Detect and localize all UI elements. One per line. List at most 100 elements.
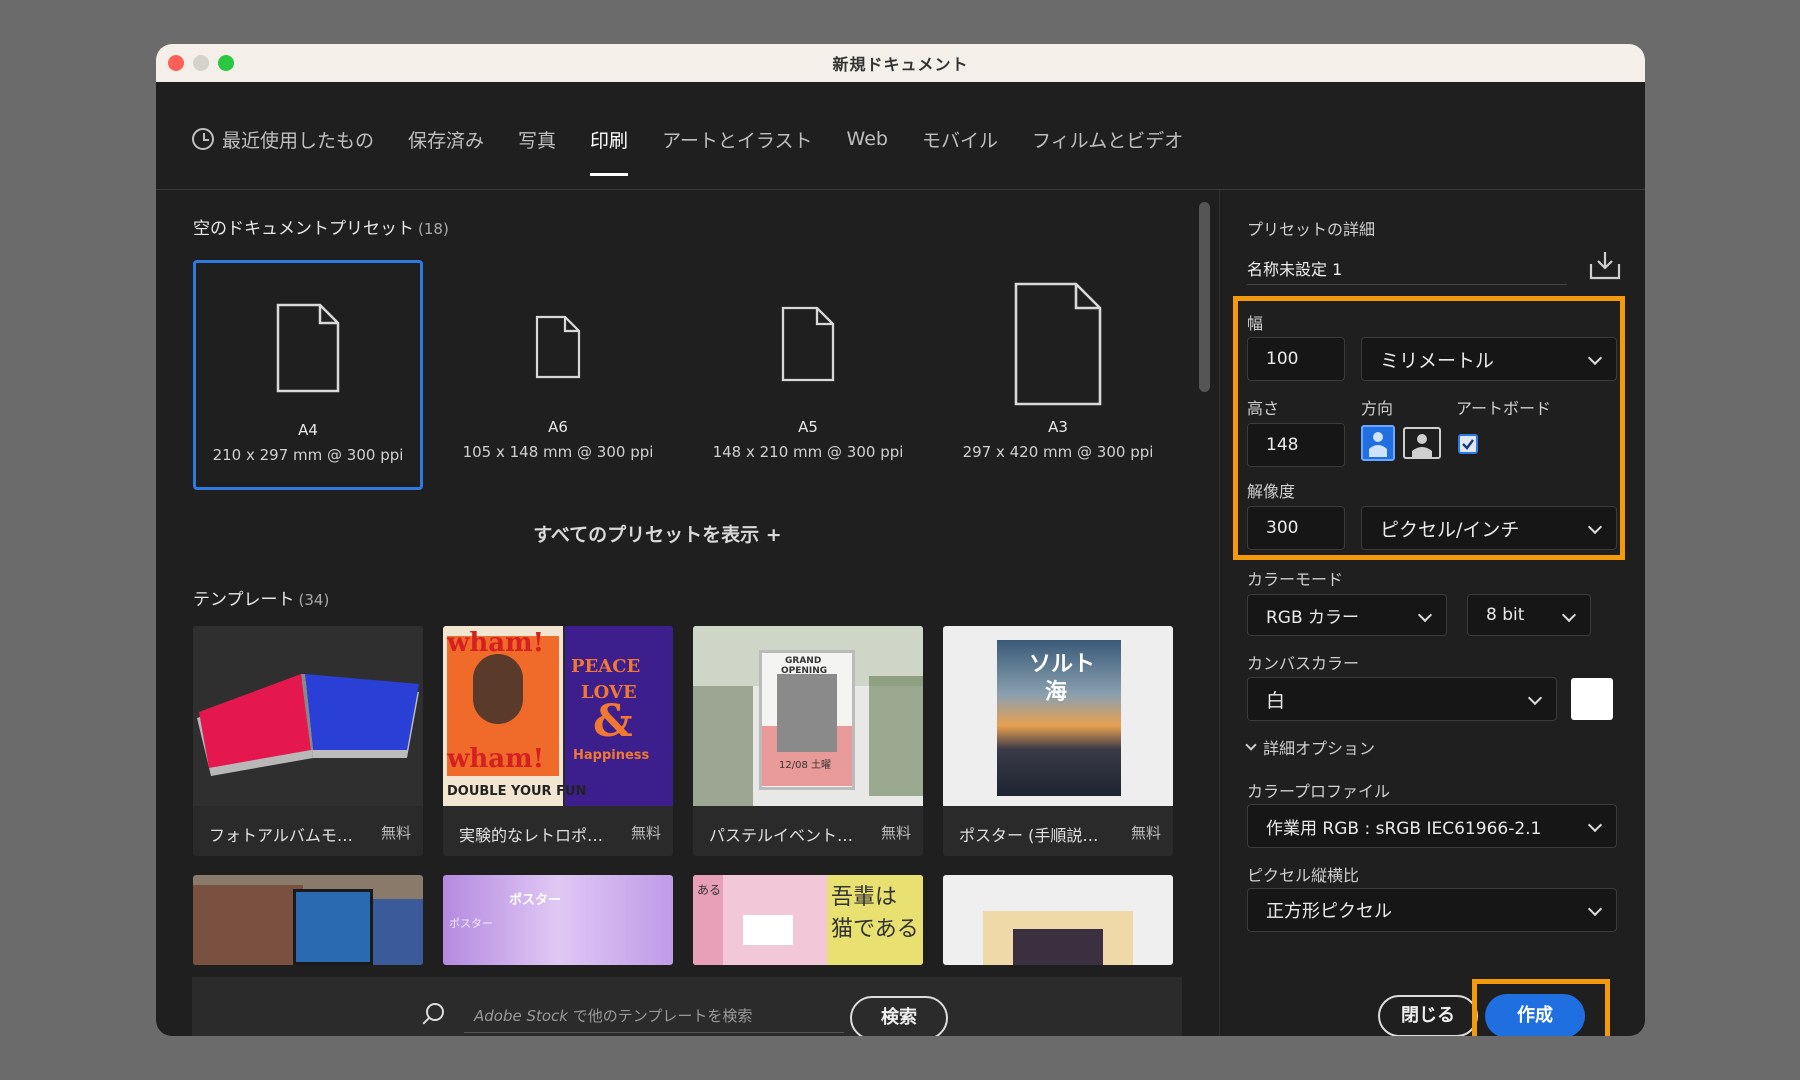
- preset-name: A4: [298, 421, 318, 439]
- retro-portrait: [473, 654, 523, 724]
- preset-dims: 210 x 297 mm @ 300 ppi: [212, 446, 404, 464]
- preset-a5[interactable]: A5 148 x 210 mm @ 300 ppi: [693, 260, 923, 490]
- preset-a4[interactable]: A4 210 x 297 mm @ 300 ppi: [193, 260, 423, 490]
- color-profile-value: 作業用 RGB : sRGB IEC61966-2.1: [1266, 818, 1542, 839]
- save-preset-icon[interactable]: [1589, 250, 1621, 280]
- minimize-window-button[interactable]: [193, 55, 209, 71]
- template-card-row2-2[interactable]: ポスター ポスター: [443, 875, 673, 965]
- document-icon: [781, 306, 835, 382]
- resolution-label: 解像度: [1247, 482, 1296, 501]
- template-price: 無料: [1130, 824, 1161, 842]
- tab-web[interactable]: Web: [847, 118, 888, 158]
- template-card-poster-tutorial[interactable]: ソルト 海 ポスター (手順説… 無料: [943, 626, 1173, 856]
- canvas-color-value: 白: [1266, 689, 1286, 712]
- bit-depth-select[interactable]: 8 bit: [1467, 594, 1591, 636]
- chevron-down-icon: [1245, 739, 1257, 751]
- template-card-row2-4[interactable]: [943, 875, 1173, 965]
- tab-saved[interactable]: 保存済み: [408, 118, 484, 158]
- document-name-field[interactable]: 名称未設定 1: [1247, 256, 1567, 280]
- template-card-row2-1[interactable]: [193, 875, 423, 965]
- template-price: 無料: [380, 824, 411, 842]
- color-profile-select[interactable]: 作業用 RGB : sRGB IEC61966-2.1: [1247, 804, 1617, 848]
- presets-title: 空のドキュメントプリセット: [193, 219, 414, 239]
- poster-photo: [777, 674, 837, 752]
- clock-icon: [192, 128, 214, 150]
- template-name: パステルイベント…: [709, 826, 854, 845]
- height-input[interactable]: 148: [1247, 423, 1345, 467]
- unit-select[interactable]: ミリメートル: [1361, 337, 1617, 381]
- tab-label: 写真: [518, 129, 557, 152]
- canvas-color-swatch[interactable]: [1571, 678, 1613, 720]
- tab-film-video[interactable]: フィルムとビデオ: [1032, 118, 1183, 158]
- pixel-aspect-label: ピクセル縦横比: [1247, 866, 1360, 885]
- chevron-down-icon: [1587, 817, 1603, 833]
- preset-a3[interactable]: A3 297 x 420 mm @ 300 ppi: [943, 260, 1173, 490]
- preset-a6[interactable]: A6 105 x 148 mm @ 300 ppi: [443, 260, 673, 490]
- thumb-text-date: 12/08 土曜: [779, 760, 831, 771]
- chevron-down-icon: [1587, 350, 1603, 366]
- create-button[interactable]: 作成: [1485, 994, 1585, 1036]
- chevron-down-icon: [1587, 519, 1603, 535]
- templates-title: テンプレート: [193, 590, 295, 610]
- tab-label: フィルムとビデオ: [1032, 129, 1184, 152]
- close-button[interactable]: 閉じる: [1378, 995, 1478, 1036]
- tab-label: 最近使用したもの: [222, 129, 375, 152]
- tab-mobile[interactable]: モバイル: [922, 118, 998, 158]
- pixel-aspect-select[interactable]: 正方形ピクセル: [1247, 888, 1617, 932]
- thumb-text-umi: 海: [1045, 680, 1068, 705]
- tab-label: 印刷: [590, 129, 629, 152]
- template-card-retro-poster[interactable]: wham! wham! DOUBLE YOUR FUN PEACE LOVE &…: [443, 626, 673, 856]
- canvas-color-select[interactable]: 白: [1247, 677, 1557, 721]
- portrait-orientation-button[interactable]: [1361, 425, 1395, 461]
- advanced-options-toggle[interactable]: 詳細オプション: [1245, 735, 1375, 759]
- tab-label: モバイル: [921, 129, 998, 152]
- thumb-text-poster: ポスター: [509, 893, 562, 908]
- checkmark-icon: [1462, 439, 1474, 450]
- template-name: ポスター (手順説…: [959, 826, 1099, 845]
- stock-search-bar: Adobe Stock で他のテンプレートを検索 検索: [192, 977, 1182, 1036]
- scrollbar-thumb[interactable]: [1199, 202, 1210, 392]
- unit-select-value: ミリメートル: [1380, 349, 1495, 372]
- thumb-text-peace: PEACE: [571, 656, 641, 677]
- house-illustration: [1013, 929, 1103, 965]
- search-icon: [426, 1003, 444, 1021]
- flowers-left: [693, 686, 753, 806]
- thumb-text-wham: wham!: [447, 628, 545, 658]
- tab-recent[interactable]: 最近使用したもの: [192, 118, 374, 158]
- details-title: プリセットの詳細: [1247, 220, 1376, 239]
- color-mode-select[interactable]: RGB カラー: [1247, 594, 1447, 636]
- tab-label: 保存済み: [408, 129, 485, 152]
- template-thumbnail: wham! wham! DOUBLE YOUR FUN PEACE LOVE &…: [443, 626, 673, 806]
- preset-details-panel: プリセットの詳細 名称未設定 1 幅 100 ミリメートル 高さ 方向 アートボ…: [1219, 190, 1645, 1036]
- new-document-dialog: 新規ドキュメント 最近使用したもの 保存済み 写真 印刷 アートとイラスト We…: [156, 44, 1645, 1036]
- thumb-text-aru: ある: [697, 883, 722, 897]
- resolution-input[interactable]: 300: [1247, 506, 1345, 550]
- template-card-photo-album[interactable]: フォトアルバムモ… 無料: [193, 626, 423, 856]
- building-image: [193, 885, 303, 965]
- template-thumbnail: GRAND OPENING 12/08 土曜: [693, 626, 923, 806]
- landscape-orientation-button[interactable]: [1403, 427, 1441, 459]
- thumb-text-grand: GRAND: [785, 656, 822, 666]
- thumb-text-amp: &: [593, 696, 633, 747]
- artboard-checkbox[interactable]: [1458, 434, 1478, 454]
- maximize-window-button[interactable]: [218, 55, 234, 71]
- orientation-label: 方向: [1361, 399, 1394, 418]
- template-card-row2-3[interactable]: ある 吾輩は 猫である: [693, 875, 923, 965]
- thumb-text-neko: 猫である: [831, 917, 919, 942]
- card-mockup: [743, 915, 793, 945]
- template-card-pastel-event[interactable]: GRAND OPENING 12/08 土曜 パステルイベント… 無料: [693, 626, 923, 856]
- window-title: 新規ドキュメント: [832, 55, 969, 74]
- tab-art-illustration[interactable]: アートとイラスト: [662, 118, 812, 158]
- tab-photo[interactable]: 写真: [518, 118, 556, 158]
- thumb-text-double: DOUBLE YOUR FUN: [447, 784, 587, 799]
- width-input[interactable]: 100: [1247, 337, 1345, 381]
- search-button[interactable]: 検索: [850, 996, 948, 1036]
- resolution-unit-select[interactable]: ピクセル/インチ: [1361, 506, 1617, 550]
- close-window-button[interactable]: [168, 55, 184, 71]
- chevron-down-icon: [1561, 607, 1577, 623]
- stock-search-input[interactable]: Adobe Stock で他のテンプレートを検索: [464, 999, 844, 1033]
- blue-poster-2: [373, 899, 423, 965]
- show-all-presets-link[interactable]: すべてのプリセットを表示 +: [156, 520, 1219, 547]
- tab-print[interactable]: 印刷: [590, 118, 629, 176]
- template-name: フォトアルバムモ…: [209, 826, 353, 845]
